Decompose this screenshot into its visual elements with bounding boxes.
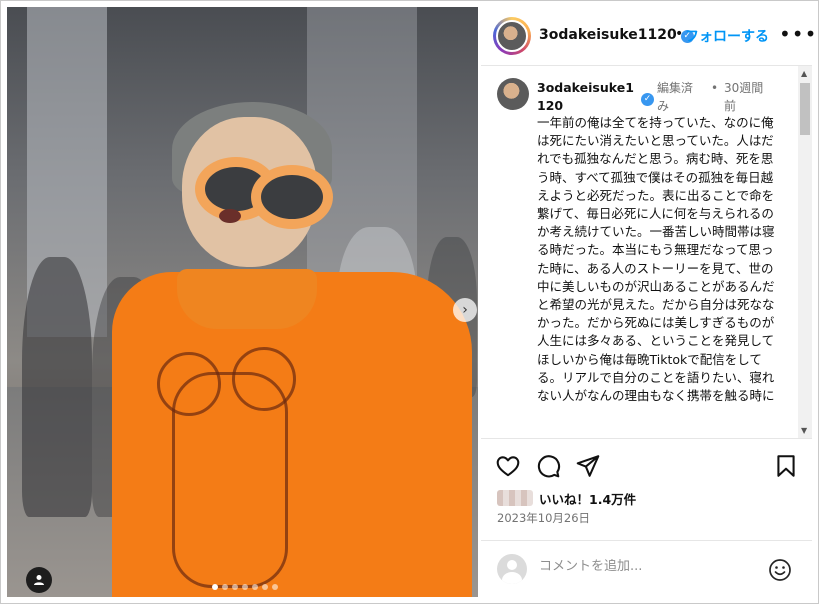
username-text[interactable]: 3odakeisuke1120 [539, 27, 677, 43]
more-options-button[interactable]: ••• [779, 22, 817, 46]
caption-avatar[interactable] [497, 78, 529, 110]
carousel-dot [212, 584, 218, 590]
bookmark-icon [777, 455, 795, 477]
carousel-dot [222, 584, 228, 590]
edited-label: 編集済み [657, 81, 694, 113]
post-photo[interactable]: › [7, 7, 478, 597]
carousel-dot [242, 584, 248, 590]
caption-section: 3odakeisuke1120 ✓ 編集済み • 30週間前 一年前の俺は全てを… [481, 66, 812, 439]
action-bar [481, 453, 812, 483]
caption-separator: • [711, 81, 719, 95]
likes-count[interactable]: いいね！1.4万件 [539, 489, 636, 508]
story-ring[interactable] [493, 17, 531, 55]
post-time[interactable]: 30週間前 [724, 79, 774, 115]
like-button[interactable] [495, 453, 525, 483]
save-button[interactable] [773, 453, 803, 483]
post-side-panel: 3odakeisuke1120 ✓ • フォローする ••• 3odakeisuk… [481, 7, 816, 598]
comment-button[interactable] [535, 453, 565, 483]
carousel-dot [232, 584, 238, 590]
share-button[interactable] [575, 453, 605, 483]
carousel-indicator [212, 584, 278, 590]
emoji-button[interactable] [768, 558, 792, 582]
sunglasses-right-lens [251, 165, 333, 229]
avatar[interactable] [496, 20, 528, 52]
scroll-up-arrow-icon[interactable]: ▲ [801, 69, 807, 78]
verified-badge-icon: ✓ [641, 93, 654, 106]
follow-button[interactable]: フォローする [685, 26, 769, 46]
jacket-print-character [172, 372, 288, 588]
comment-input[interactable] [539, 559, 759, 574]
caption-scrollbar[interactable]: ▲ ▼ [798, 66, 812, 438]
carousel-dot [262, 584, 268, 590]
carousel-dot [272, 584, 278, 590]
tagged-users-button[interactable] [26, 567, 52, 593]
header-username[interactable]: 3odakeisuke1120 ✓ [539, 27, 694, 43]
next-photo-button[interactable]: › [453, 298, 477, 322]
liker-avatars[interactable] [497, 490, 533, 506]
paper-plane-icon [576, 455, 600, 477]
smiley-icon [769, 559, 791, 581]
current-user-avatar [497, 554, 527, 584]
post-header: 3odakeisuke1120 ✓ • フォローする ••• [481, 7, 816, 66]
jacket-collar [177, 269, 317, 329]
scroll-down-arrow-icon[interactable]: ▼ [801, 426, 807, 435]
chevron-right-icon: › [462, 302, 468, 318]
heart-icon [496, 456, 520, 477]
caption-username[interactable]: 3odakeisuke1120 [537, 79, 637, 115]
comment-bubble-icon [537, 455, 561, 478]
subject-mouth [219, 209, 241, 223]
background-person [22, 257, 92, 517]
caption-text: 一年前の俺は全てを持っていた、なのに俺は死にたい消えたいと思っていた。人はだれで… [537, 115, 775, 404]
person-icon [34, 575, 44, 585]
header-separator: • [675, 26, 684, 42]
scrollbar-thumb[interactable] [800, 83, 810, 135]
post-date[interactable]: 2023年10月26日 [497, 510, 590, 526]
post-modal: › 3odakeisuke1120 ✓ • フォローする ••• 3odakei… [0, 0, 819, 604]
carousel-dot [252, 584, 258, 590]
avatar-body-shape [502, 572, 522, 584]
avatar-head-shape [507, 560, 517, 570]
comment-bar [481, 540, 812, 598]
